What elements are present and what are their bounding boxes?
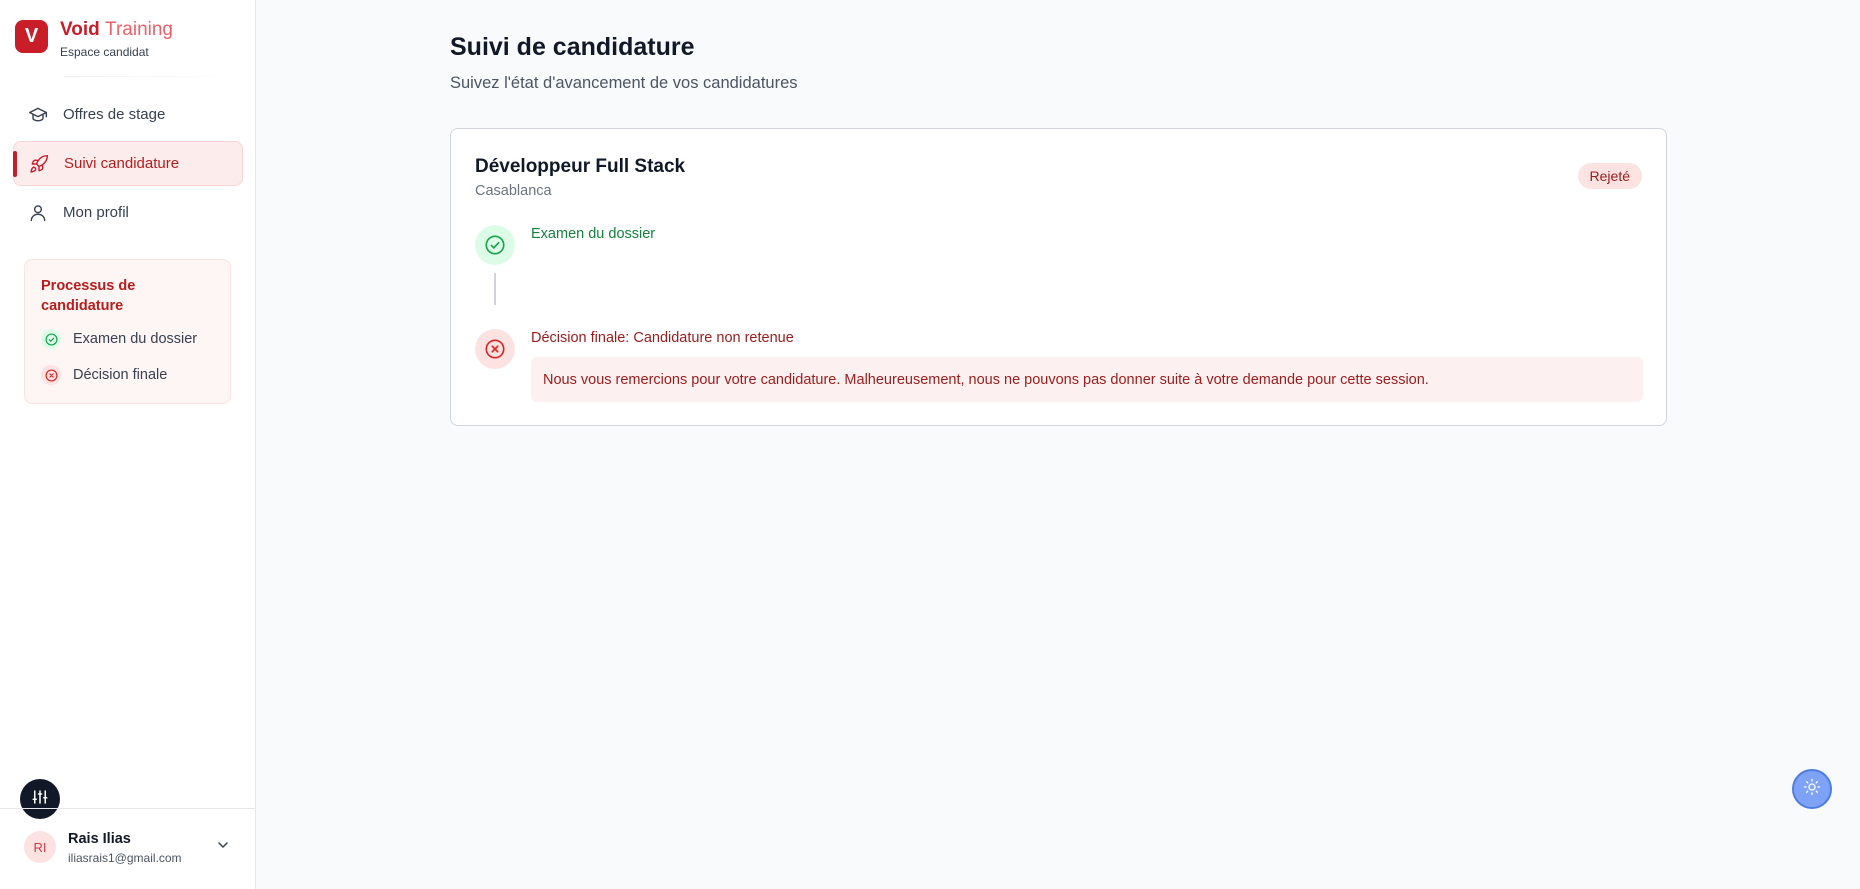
user-email: iliasrais1@gmail.com (68, 851, 182, 865)
process-step-label: Décision finale (73, 367, 168, 383)
rocket-icon (29, 154, 49, 174)
user-menu[interactable]: RI Rais Ilias iliasrais1@gmail.com (0, 808, 256, 889)
job-city: Casablanca (475, 183, 552, 199)
nav-item-mon-profil[interactable]: Mon profil (13, 190, 243, 235)
brand[interactable]: V Void Training Espace candidat (15, 19, 235, 76)
brand-name-void: Void (60, 19, 100, 40)
sidebar: V Void Training Espace candidat Offres d… (0, 0, 256, 889)
user-icon (28, 203, 48, 223)
page-subtitle: Suivez l'état d'avancement de vos candid… (450, 74, 798, 92)
timeline-step-label: Décision finale: Candidature non retenue (531, 330, 794, 346)
process-title: Processus de candidature (41, 278, 136, 314)
user-name: Rais Ilias (68, 831, 131, 847)
nav-item-label: Mon profil (63, 204, 129, 221)
nav-item-label: Suivi candidature (64, 155, 180, 172)
process-step-label: Examen du dossier (73, 331, 198, 347)
nav-item-label: Offres de stage (63, 106, 166, 123)
brand-logo: V (15, 20, 48, 53)
page-title: Suivi de candidature (450, 33, 695, 61)
nav-item-suivi-candidature[interactable]: Suivi candidature (13, 141, 243, 186)
rejection-message: Nous vous remercions pour votre candidat… (531, 357, 1643, 402)
check-circle-icon (475, 225, 515, 265)
process-box: Processus de candidature Examen du dossi… (24, 259, 231, 404)
brand-divider (64, 76, 240, 77)
brand-name-training: Training (105, 19, 173, 40)
x-circle-icon (475, 329, 515, 369)
process-step-examen: Examen du dossier (41, 329, 214, 349)
timeline-step-label: Examen du dossier (531, 226, 656, 242)
status-badge: Rejeté (1577, 163, 1642, 189)
brand-text: Void Training Espace candidat (60, 19, 173, 76)
process-step-decision: Décision finale (41, 365, 214, 385)
application-card: Développeur Full Stack Casablanca Rejeté… (450, 128, 1667, 426)
nav-item-offres-de-stage[interactable]: Offres de stage (13, 92, 243, 137)
timeline-connector (494, 273, 496, 305)
check-circle-icon (41, 329, 61, 349)
chevron-down-icon[interactable] (215, 837, 231, 853)
job-title: Développeur Full Stack (475, 156, 686, 177)
sun-icon (1803, 778, 1821, 801)
brand-subtitle: Espace candidat (60, 45, 149, 59)
x-circle-icon (41, 365, 61, 385)
theme-toggle-button[interactable] (1792, 769, 1832, 809)
brand-title: Void Training (60, 19, 173, 41)
graduation-cap-icon (28, 105, 48, 125)
avatar: RI (24, 831, 56, 863)
